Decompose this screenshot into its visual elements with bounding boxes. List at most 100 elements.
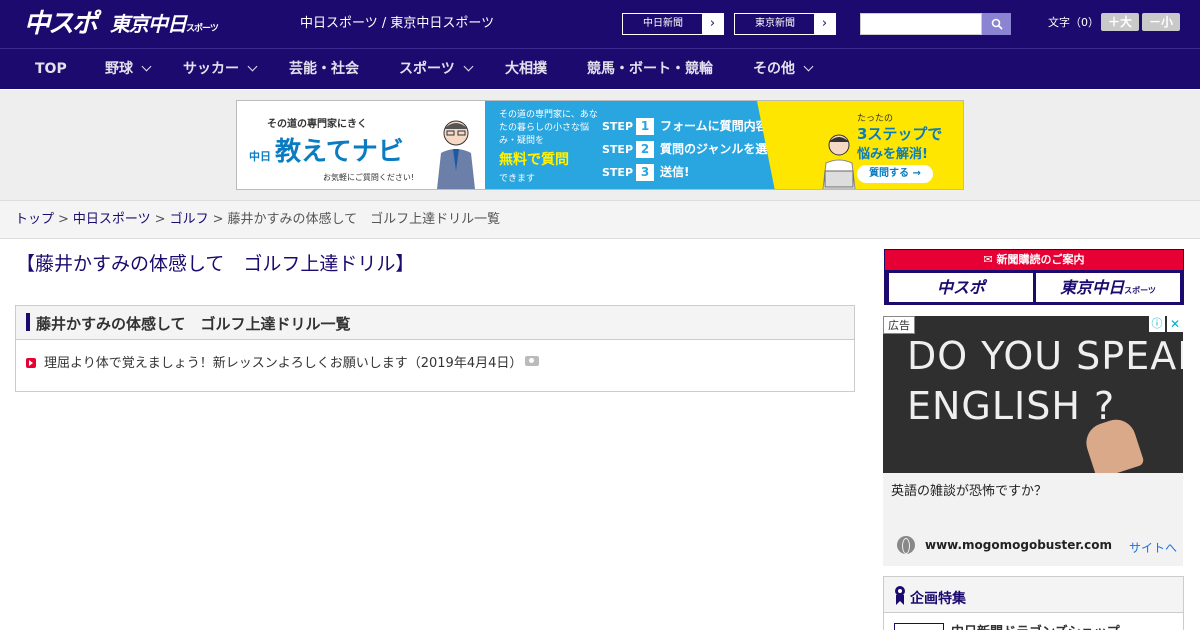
banner-title: 中日 教えてナビ	[249, 131, 404, 168]
subscribe-chuspo-button[interactable]: 中スポ	[889, 273, 1033, 302]
breadcrumb-separator: >	[212, 212, 224, 227]
article-list-heading: 藤井かすみの体感して ゴルフ上達ドリル一覧	[36, 315, 351, 333]
ad-domain: www.mogomogobuster.com	[925, 538, 1112, 552]
user-laptop-illustration-icon	[822, 134, 856, 189]
banner-mid-suffix: できます	[499, 174, 536, 184]
subscribe-tokyo-sub: スポーツ	[1124, 286, 1156, 295]
chunichi-shimbun-button[interactable]: 中日新聞 ›	[622, 13, 724, 35]
chevron-down-icon	[463, 61, 474, 72]
nav-item-other[interactable]: その他	[753, 49, 814, 89]
ad-chalk-line-1: DO YOU SPEAK	[907, 334, 1183, 378]
tokyo-chunichi-logo[interactable]: 東京中日スポーツ	[110, 8, 219, 40]
subscription-box: ✉ 新聞購読のご案内 中スポ 東京中日スポーツ	[884, 249, 1184, 305]
search-input[interactable]	[860, 13, 982, 35]
breadcrumb-link-golf[interactable]: ゴルフ	[170, 212, 209, 227]
step-word: STEP	[602, 166, 634, 179]
step-text: 送信!	[660, 165, 690, 179]
chuspo-logo[interactable]: 中スポ	[24, 8, 98, 40]
subscribe-tokyo-chunichi-button[interactable]: 東京中日スポーツ	[1036, 273, 1180, 302]
banner-slant	[757, 101, 775, 189]
font-size-label: 文字（0）	[1048, 16, 1099, 29]
chevron-right-icon: ›	[814, 14, 835, 34]
feature-box: 企画特集 中日新聞ドラゴンズショップ	[883, 576, 1184, 630]
article-list-header: 藤井かすみの体感して ゴルフ上達ドリル一覧	[16, 306, 854, 340]
ad-close-icon[interactable]: ✕	[1167, 316, 1183, 332]
chevron-down-icon	[141, 61, 152, 72]
tokyo-shimbun-button[interactable]: 東京新聞 ›	[734, 13, 836, 35]
nav-label: TOP	[35, 61, 67, 77]
ribbon-icon	[895, 586, 905, 605]
step-number: 3	[636, 164, 655, 181]
search-button[interactable]	[982, 13, 1011, 35]
advertisement[interactable]: DO YOU SPEAK ENGLISH ? 広告 ⓘ ✕ 英語の雑談が恐怖です…	[883, 316, 1183, 566]
search-icon	[991, 18, 1003, 30]
nav-item-sports[interactable]: スポーツ	[399, 49, 474, 89]
chevron-down-icon	[803, 61, 814, 72]
nav-item-soccer[interactable]: サッカー	[183, 49, 258, 89]
nav-label: 芸能・社会	[289, 61, 359, 77]
ad-headline[interactable]: 英語の雑談が恐怖ですか？	[891, 480, 1047, 499]
site-header: 中スポ 東京中日スポーツ 中日スポーツ / 東京中日スポーツ 中日新聞 › 東京…	[0, 0, 1200, 48]
font-size-increase-button[interactable]: ＋大	[1101, 13, 1139, 31]
oshiete-navi-banner[interactable]: その道の専門家にきく 中日 教えてナビ お気軽にご質問ください! その道の専門家に…	[236, 100, 964, 190]
list-item[interactable]: 理屈より体で覚えましょう！新レッスンよろしくお願いします（2019年4月4日）	[26, 352, 540, 372]
subscribe-tokyo-text: 東京中日	[1060, 278, 1125, 297]
subscription-heading: ✉ 新聞購読のご案内	[885, 250, 1183, 270]
breadcrumb-separator: >	[154, 212, 166, 227]
nav-item-top[interactable]: TOP	[35, 49, 67, 89]
nav-item-baseball[interactable]: 野球	[105, 49, 152, 89]
article-title-link[interactable]: 理屈より体で覚えましょう！新レッスンよろしくお願いします（2019年4月4日）	[44, 356, 522, 371]
tokyo-logo-sub: スポーツ	[186, 24, 219, 34]
nav-label: スポーツ	[399, 61, 455, 77]
banner-free-question: 無料で質問	[499, 152, 569, 168]
breadcrumb-current: 藤井かすみの体感して ゴルフ上達ドリル一覧	[227, 212, 501, 227]
breadcrumb: トップ > 中日スポーツ > ゴルフ > 藤井かすみの体感して ゴルフ上達ドリル一覧	[0, 200, 1200, 239]
advisor-illustration-icon	[437, 120, 475, 189]
nav-label: 競馬・ボート・競輪	[587, 61, 713, 77]
breadcrumb-separator: >	[58, 212, 69, 227]
step-number: 2	[636, 141, 655, 158]
heading-accent-bar	[26, 313, 30, 331]
step-number: 1	[636, 118, 655, 135]
feature-thumbnail[interactable]	[894, 623, 944, 630]
step-word: STEP	[602, 143, 634, 156]
ad-chalk-line-2: ENGLISH ?	[907, 384, 1116, 428]
banner-title-prefix: 中日	[249, 150, 271, 163]
breadcrumb-link-chunichi-sports[interactable]: 中日スポーツ	[73, 212, 151, 227]
feature-item-link[interactable]: 中日新聞ドラゴンズショップ	[951, 621, 1120, 630]
globe-icon	[897, 536, 915, 554]
ad-info-icon[interactable]: ⓘ	[1149, 316, 1165, 332]
banner-mid-panel: その道の専門家に、あなたの暮らしの小さな悩み・疑問を 無料で質問 できます ST…	[485, 101, 804, 189]
feature-header: 企画特集	[884, 577, 1183, 613]
article-list: 藤井かすみの体感して ゴルフ上達ドリル一覧 理屈より体で覚えましょう！新レッスン…	[15, 305, 855, 392]
camera-icon	[525, 356, 540, 366]
chevron-right-icon: ›	[702, 14, 723, 34]
ad-site-link[interactable]: サイトへ	[1129, 539, 1177, 556]
subscription-heading-text: 新聞購読のご案内	[996, 253, 1085, 266]
nav-label: 大相撲	[505, 61, 547, 77]
banner-right-big2: 悩みを解消!	[857, 147, 928, 162]
main-nav: TOP 野球 サッカー 芸能・社会 スポーツ 大相撲 競馬・ボート・競輪 その他	[0, 48, 1200, 89]
ask-question-button[interactable]: 質問する →	[857, 165, 933, 183]
tokyo-logo-text: 東京中日	[110, 12, 187, 36]
play-bullet-icon	[26, 358, 36, 368]
banner-tag: その道の専門家にきく	[267, 119, 367, 130]
font-size-decrease-button[interactable]: －小	[1142, 13, 1180, 31]
nav-label: その他	[753, 61, 795, 77]
chevron-down-icon	[247, 61, 258, 72]
nav-item-entertainment[interactable]: 芸能・社会	[289, 49, 359, 89]
breadcrumb-link-top[interactable]: トップ	[15, 212, 54, 227]
banner-mid-text: その道の専門家に、あなたの暮らしの小さな悩み・疑問を	[499, 110, 598, 146]
nav-item-sumo[interactable]: 大相撲	[505, 49, 547, 89]
ad-label: 広告	[883, 316, 915, 334]
tokyo-shimbun-label: 東京新聞	[755, 18, 795, 29]
nav-label: サッカー	[183, 61, 239, 77]
ad-image[interactable]: DO YOU SPEAK ENGLISH ? 広告 ⓘ ✕	[883, 316, 1183, 473]
banner-left-panel: その道の専門家にきく 中日 教えてナビ お気軽にご質問ください!	[237, 101, 485, 189]
feature-heading: 企画特集	[910, 591, 966, 607]
banner-right-panel: たったの 3ステップで 悩みを解消! 質問する →	[775, 101, 963, 189]
banner-right-big: 3ステップで	[857, 125, 943, 143]
step-word: STEP	[602, 120, 634, 133]
nav-item-racing[interactable]: 競馬・ボート・競輪	[587, 49, 713, 89]
chunichi-shimbun-label: 中日新聞	[643, 18, 683, 29]
